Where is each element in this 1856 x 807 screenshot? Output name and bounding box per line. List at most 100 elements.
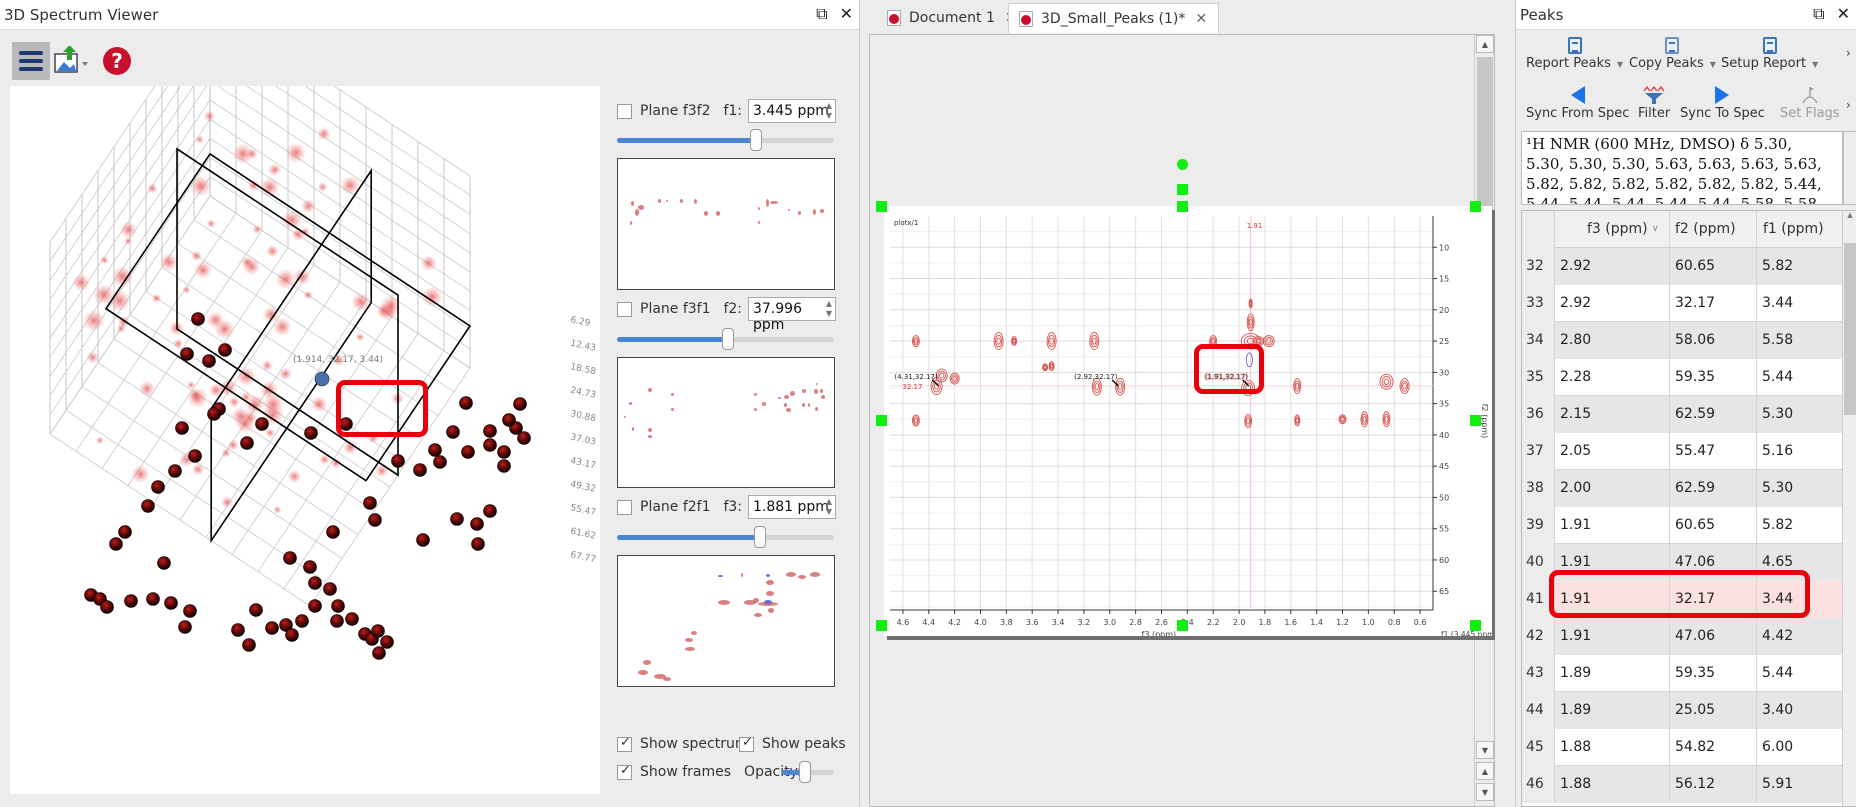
f3-ppm-spinbox[interactable]: 1.881 ppm ▲ ▼ [748, 495, 836, 519]
slider-handle[interactable] [721, 328, 734, 350]
peak-sphere [191, 312, 205, 326]
cell-f1: 4.42 [1757, 618, 1855, 655]
peak-mark [808, 403, 810, 407]
peak-mark [638, 205, 644, 210]
column-header-f2[interactable]: f2 (ppm) [1670, 211, 1757, 248]
show-spectrum-checkbox[interactable] [617, 735, 632, 752]
toolbar-overflow-icon[interactable]: › [1846, 46, 1851, 60]
peak-sphere [164, 596, 178, 610]
table-row[interactable]: 41 1.91 32.17 3.44 [1522, 581, 1855, 618]
spin-arrows-icon[interactable]: ▲ ▼ [826, 299, 832, 319]
spectrum-viewer-3d-panel: 3D Spectrum Viewer ⧉ ✕ ? 6.29 12.43 18.58 2… [0, 0, 860, 807]
scroll-down-icon[interactable]: ▼ [1476, 741, 1494, 759]
slider-handle[interactable] [749, 129, 762, 151]
show-peaks-checkbox[interactable] [739, 735, 754, 752]
dropdown-caret-icon[interactable]: ▼ [1617, 60, 1623, 69]
peak-mark [638, 670, 648, 675]
f3-slider[interactable] [617, 526, 834, 548]
slice-label: f1 (3.445 ppm) [1441, 630, 1492, 636]
scroll-up-icon[interactable]: ▲ [1844, 211, 1856, 225]
scroll-page-up-icon[interactable]: ▲ [1476, 762, 1494, 780]
spectrum-plot-page[interactable]: 4.64.44.24.03.83.63.43.23.02.82.62.42.22… [884, 206, 1497, 639]
scroll-page-down-icon[interactable]: ▼ [1476, 783, 1494, 801]
table-row[interactable]: 32 2.92 60.65 5.82 [1522, 248, 1855, 285]
f1-slider[interactable] [617, 129, 834, 151]
set-flags-button[interactable]: Set Flags [1780, 84, 1840, 121]
setup-report-icon [1762, 36, 1777, 54]
plane-f3f2-checkbox[interactable] [617, 103, 632, 119]
peak-mark [643, 660, 651, 665]
tab-document-1[interactable]: Document 1 ✕ [877, 3, 1027, 33]
close-tab-icon[interactable]: ✕ [1195, 11, 1207, 27]
resize-handle-br[interactable] [1470, 620, 1481, 631]
plane-f2f1-checkbox[interactable] [617, 499, 632, 515]
resize-handle-tl[interactable] [876, 201, 887, 212]
scroll-thumb[interactable] [1844, 243, 1856, 415]
table-row[interactable]: 38 2.00 62.59 5.30 [1522, 470, 1855, 507]
row-number: 39 [1522, 507, 1555, 544]
table-row[interactable]: 43 1.89 59.35 5.44 [1522, 655, 1855, 692]
sync-from-spec-button[interactable]: Sync From Spec [1526, 84, 1629, 121]
toolbar-overflow-icon[interactable]: › [1846, 98, 1851, 112]
3d-plot[interactable]: 6.29 12.43 18.58 24.73 30.88 37.03 43.17 49.32 5… [10, 3, 600, 794]
peak-report-text[interactable]: ¹H NMR (600 MHz, DMSO) δ 5.30, 5.30, 5.3… [1521, 131, 1843, 205]
slider-handle[interactable] [799, 761, 812, 783]
spectrum-document-canvas[interactable]: ▲ ▼ ▲ ▼ 4.6 4.4 4.2 4.0 3.8 3.6 3.4 3.2 3.0 2.8 2.… [869, 34, 1497, 807]
resize-handle-tr[interactable] [1470, 201, 1481, 212]
table-row[interactable]: 37 2.05 55.47 5.16 [1522, 433, 1855, 470]
column-header-f3[interactable]: f3 (ppm) ∨ [1555, 211, 1670, 248]
resize-handle-t[interactable] [1177, 201, 1188, 212]
close-icon[interactable]: ✕ [840, 4, 853, 24]
f1-ppm-spinbox[interactable]: 3.445 ppm ▲ ▼ [748, 99, 836, 123]
move-handle[interactable] [1177, 184, 1188, 195]
peak-mark [802, 389, 806, 393]
table-scrollbar[interactable]: ▲ [1842, 211, 1856, 806]
f2-slider[interactable] [617, 328, 834, 350]
table-row[interactable]: 36 2.15 62.59 5.30 [1522, 396, 1855, 433]
close-icon[interactable]: ✕ [1837, 4, 1850, 24]
table-row[interactable]: 45 1.88 54.82 6.00 [1522, 729, 1855, 766]
setup-report-button[interactable]: Setup Report ▼ [1721, 34, 1818, 71]
copy-peaks-button[interactable]: Copy Peaks ▼ [1629, 34, 1716, 71]
rotate-handle[interactable] [1177, 159, 1188, 170]
filter-button[interactable]: Filter [1638, 84, 1670, 121]
peak-mark [718, 600, 730, 605]
resize-handle-b[interactable] [1177, 620, 1188, 631]
show-frames-checkbox[interactable] [617, 763, 632, 780]
3d-plot-canvas[interactable]: 6.29 12.43 18.58 24.73 30.88 37.03 43.17 49.32 5… [10, 3, 600, 794]
table-row[interactable]: 33 2.92 32.17 3.44 [1522, 285, 1855, 322]
table-row[interactable]: 46 1.88 56.12 5.91 [1522, 766, 1855, 803]
peak-sphere [265, 621, 279, 635]
sync-to-spec-button[interactable]: Sync To Spec [1680, 84, 1765, 121]
contour-peak [1049, 363, 1054, 369]
tab-3d-small-peaks[interactable]: 3D_Small_Peaks (1)* ✕ [1008, 3, 1219, 33]
table-row[interactable]: 40 1.91 47.06 4.65 [1522, 544, 1855, 581]
spin-arrows-icon[interactable]: ▲ ▼ [826, 101, 832, 121]
table-row[interactable]: 35 2.28 59.35 5.44 [1522, 359, 1855, 396]
dropdown-caret-icon[interactable]: ▼ [1710, 60, 1716, 69]
export-image-button[interactable] [52, 42, 90, 80]
plane-f3f1-checkbox[interactable] [617, 301, 632, 317]
slider-handle[interactable] [754, 526, 767, 548]
resize-handle-bl[interactable] [876, 620, 887, 631]
resize-handle-r[interactable] [1470, 415, 1481, 426]
help-button[interactable]: ? [98, 42, 136, 80]
2d-contour-plot[interactable]: 4.64.44.24.03.83.63.43.23.02.82.62.42.22… [884, 206, 1497, 639]
float-panel-icon[interactable]: ⧉ [1813, 4, 1824, 24]
dropdown-caret-icon[interactable]: ▼ [1812, 60, 1818, 69]
spin-arrows-icon[interactable]: ▲ ▼ [826, 497, 832, 517]
column-header-f1[interactable]: f1 (ppm) [1757, 211, 1845, 248]
table-row[interactable]: 42 1.91 47.06 4.42 [1522, 618, 1855, 655]
table-row[interactable]: 39 1.91 60.65 5.82 [1522, 507, 1855, 544]
opacity-slider[interactable] [782, 761, 834, 783]
menu-button[interactable] [12, 42, 50, 80]
float-panel-icon[interactable]: ⧉ [816, 4, 827, 24]
f2-ppm-spinbox[interactable]: 37.996 ppm ▲ ▼ [748, 297, 836, 333]
report-scrollbar[interactable] [1843, 131, 1856, 205]
resize-handle-l[interactable] [876, 415, 887, 426]
table-row[interactable]: 44 1.89 25.05 3.40 [1522, 692, 1855, 729]
scroll-up-icon[interactable]: ▲ [1476, 35, 1494, 53]
cell-f2: 47.06 [1670, 618, 1757, 655]
table-row[interactable]: 34 2.80 58.06 5.58 [1522, 322, 1855, 359]
report-peaks-button[interactable]: Report Peaks ▼ [1526, 34, 1623, 71]
